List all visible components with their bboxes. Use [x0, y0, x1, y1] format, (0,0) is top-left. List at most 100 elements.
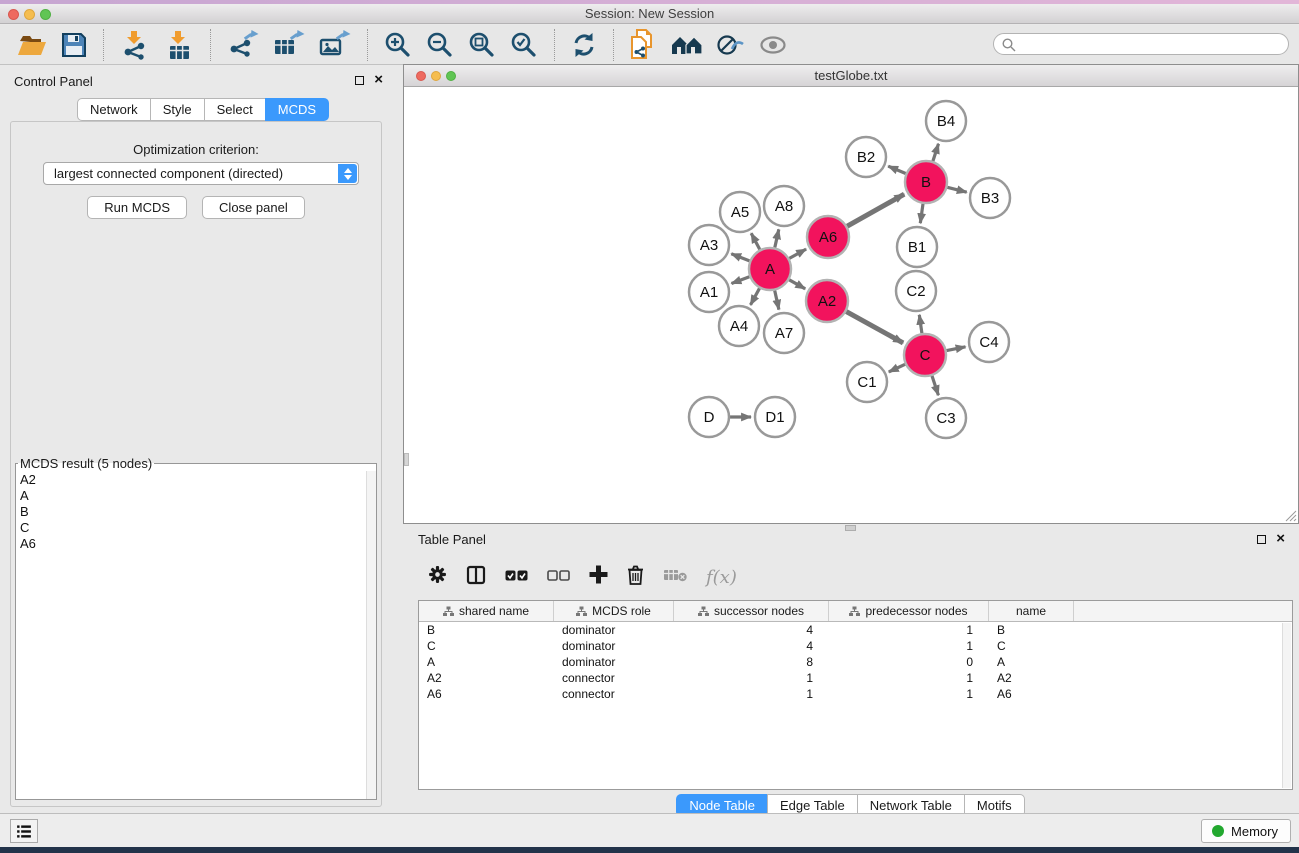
- float-panel-icon[interactable]: [355, 76, 364, 85]
- cell-successor-nodes[interactable]: 4: [674, 639, 829, 653]
- graph-edge-A-A8[interactable]: [775, 229, 779, 247]
- cell-predecessor-nodes[interactable]: 1: [829, 623, 989, 637]
- graph-edge-A-A2[interactable]: [789, 280, 805, 289]
- delete-column-button[interactable]: [627, 565, 644, 590]
- export-table-button[interactable]: [266, 27, 312, 63]
- column-header-mcds-role[interactable]: MCDS role: [554, 601, 674, 621]
- graph-node-A3[interactable]: A3: [689, 225, 729, 265]
- select-stepper-icon[interactable]: [338, 164, 357, 183]
- graph-edge-B-B2[interactable]: [888, 166, 906, 173]
- network-canvas[interactable]: B4B2BB3A5A8A6A3B1AA1C2A2A4A7C4CC1C3DD1: [404, 87, 1298, 523]
- graph-edge-B-B4[interactable]: [933, 144, 939, 161]
- graph-node-A7[interactable]: A7: [764, 313, 804, 353]
- graph-node-B4[interactable]: B4: [926, 101, 966, 141]
- table-row[interactable]: Cdominator41C: [419, 638, 1292, 654]
- graph-node-A4[interactable]: A4: [719, 306, 759, 346]
- graph-node-B1[interactable]: B1: [897, 227, 937, 267]
- graph-node-A2[interactable]: A2: [806, 280, 848, 322]
- graph-edge-B-B1[interactable]: [920, 204, 923, 223]
- column-layout-button[interactable]: [466, 565, 486, 590]
- copy-network-view-button[interactable]: [623, 27, 664, 63]
- home-button[interactable]: [664, 27, 710, 63]
- graph-node-C2[interactable]: C2: [896, 271, 936, 311]
- table-row[interactable]: A2connector11A2: [419, 670, 1292, 686]
- graph-edge-A2-C[interactable]: [846, 312, 903, 343]
- column-header-name[interactable]: name: [989, 601, 1074, 621]
- save-session-button[interactable]: [54, 27, 94, 63]
- graph-node-C1[interactable]: C1: [847, 362, 887, 402]
- graph-node-C3[interactable]: C3: [926, 398, 966, 438]
- column-header-shared-name[interactable]: shared name: [419, 601, 554, 621]
- mcds-result-item[interactable]: A2: [20, 472, 362, 488]
- deselect-all-columns-button[interactable]: [547, 568, 570, 586]
- graph-edge-B-B3[interactable]: [947, 187, 966, 192]
- tab-network[interactable]: Network: [77, 98, 151, 121]
- cell-shared-name[interactable]: A6: [419, 687, 554, 701]
- cell-mcds-role[interactable]: dominator: [554, 655, 674, 669]
- graph-node-B2[interactable]: B2: [846, 137, 886, 177]
- select-all-columns-button[interactable]: [505, 568, 528, 586]
- graph-edge-A-A3[interactable]: [731, 254, 749, 261]
- graph-node-D1[interactable]: D1: [755, 397, 795, 437]
- cell-successor-nodes[interactable]: 1: [674, 687, 829, 701]
- column-header-predecessor-nodes[interactable]: predecessor nodes: [829, 601, 989, 621]
- table-scrollbar[interactable]: [1282, 623, 1291, 788]
- optimization-select[interactable]: largest connected component (directed): [43, 162, 359, 185]
- network-minimize-button[interactable]: [431, 71, 441, 81]
- graph-node-B3[interactable]: B3: [970, 178, 1010, 218]
- network-zoom-button[interactable]: [446, 71, 456, 81]
- resize-grip-icon[interactable]: [1285, 510, 1297, 522]
- cell-name[interactable]: A2: [989, 671, 1074, 685]
- network-close-button[interactable]: [416, 71, 426, 81]
- cell-predecessor-nodes[interactable]: 0: [829, 655, 989, 669]
- graph-edge-A-A7[interactable]: [775, 291, 779, 310]
- zoom-selected-button[interactable]: [503, 27, 545, 63]
- table-settings-button[interactable]: [428, 565, 447, 589]
- cell-shared-name[interactable]: A: [419, 655, 554, 669]
- close-panel-icon[interactable]: ×: [1276, 534, 1285, 544]
- cell-name[interactable]: A: [989, 655, 1074, 669]
- cell-shared-name[interactable]: C: [419, 639, 554, 653]
- run-mcds-button[interactable]: Run MCDS: [87, 196, 187, 219]
- show-graphics-details-button[interactable]: [752, 27, 794, 63]
- cell-shared-name[interactable]: A2: [419, 671, 554, 685]
- tab-style[interactable]: Style: [150, 98, 205, 121]
- search-input[interactable]: [1020, 35, 1280, 53]
- mcds-result-item[interactable]: A6: [20, 536, 362, 552]
- graph-edge-C-C2[interactable]: [919, 315, 922, 333]
- zoom-out-button[interactable]: [419, 27, 461, 63]
- graph-edge-A6-B[interactable]: [847, 194, 904, 226]
- table-row[interactable]: A6connector11A6: [419, 686, 1292, 702]
- table-row[interactable]: Adominator80A: [419, 654, 1292, 670]
- zoom-window-button[interactable]: [40, 9, 51, 20]
- close-panel-icon[interactable]: ×: [374, 75, 383, 85]
- cell-predecessor-nodes[interactable]: 1: [829, 687, 989, 701]
- hide-labels-button[interactable]: [710, 27, 752, 63]
- graph-edge-A-A1[interactable]: [732, 277, 750, 284]
- import-network-button[interactable]: [113, 27, 157, 63]
- import-table-button[interactable]: [157, 27, 201, 63]
- cell-predecessor-nodes[interactable]: 1: [829, 639, 989, 653]
- graph-node-C4[interactable]: C4: [969, 322, 1009, 362]
- graph-edge-C-C1[interactable]: [889, 364, 905, 372]
- export-network-button[interactable]: [220, 27, 266, 63]
- graph-node-C[interactable]: C: [904, 334, 946, 376]
- cell-successor-nodes[interactable]: 1: [674, 671, 829, 685]
- close-window-button[interactable]: [8, 9, 19, 20]
- cell-name[interactable]: C: [989, 639, 1074, 653]
- cell-name[interactable]: A6: [989, 687, 1074, 701]
- tab-select[interactable]: Select: [204, 98, 266, 121]
- open-session-button[interactable]: [10, 27, 54, 63]
- function-builder-button[interactable]: f(x): [706, 567, 737, 588]
- task-history-button[interactable]: [10, 819, 38, 843]
- close-panel-button[interactable]: Close panel: [202, 196, 305, 219]
- cell-name[interactable]: B: [989, 623, 1074, 637]
- graph-node-A6[interactable]: A6: [807, 216, 849, 258]
- graph-node-B[interactable]: B: [905, 161, 947, 203]
- search-field[interactable]: [993, 33, 1289, 55]
- graph-node-A5[interactable]: A5: [720, 192, 760, 232]
- add-column-button[interactable]: [589, 565, 608, 589]
- graph-node-A8[interactable]: A8: [764, 186, 804, 226]
- graph-node-A[interactable]: A: [749, 248, 791, 290]
- delete-table-button[interactable]: [663, 568, 687, 587]
